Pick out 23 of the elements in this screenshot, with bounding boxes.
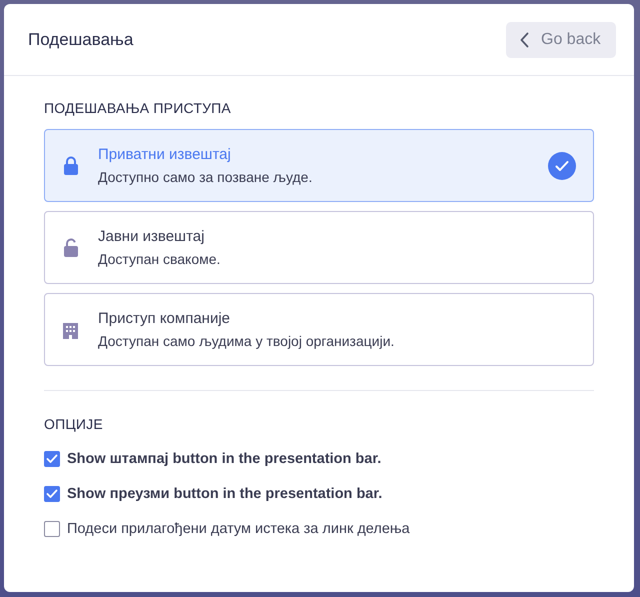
section-heading: ОПЦИЈЕ xyxy=(44,416,104,432)
option-description: Доступан свакоме. xyxy=(98,251,222,267)
option-title: Приступ компаније xyxy=(98,310,232,327)
access-option[interactable]: Приватни извештај Доступно само за позване људе. xyxy=(44,129,594,202)
lock-icon xyxy=(63,156,79,175)
option-description: Доступан само људима у твојој организацији. xyxy=(98,333,396,349)
dialog-title: Подешавања xyxy=(28,30,134,50)
access-option[interactable]: Приступ компаније Доступан само људима у твојој организацији. xyxy=(44,293,594,366)
building-icon xyxy=(63,320,78,338)
option-label: Show преузми button in the presentation bar. xyxy=(67,486,382,502)
access-option[interactable]: Јавни извештај Доступан свакоме. xyxy=(44,211,594,284)
checkbox[interactable] xyxy=(44,486,60,502)
option-label: Подеси прилагођени датум истека за линк делења xyxy=(67,521,410,537)
option-label: Show штампај button in the presentation bar. xyxy=(67,451,382,467)
checkbox[interactable] xyxy=(44,521,60,537)
checkmark-icon xyxy=(548,152,576,180)
checkbox[interactable] xyxy=(44,451,60,467)
option-title: Јавни извештај xyxy=(98,228,206,245)
section-heading: ПОДЕШАВАЊА ПРИСТУПА xyxy=(44,100,232,116)
option-description: Доступно само за позване људе. xyxy=(98,169,314,185)
chevron-left-icon xyxy=(520,32,529,48)
unlocked-lock-icon xyxy=(63,238,79,257)
option-title: Приватни извештај xyxy=(98,146,232,163)
